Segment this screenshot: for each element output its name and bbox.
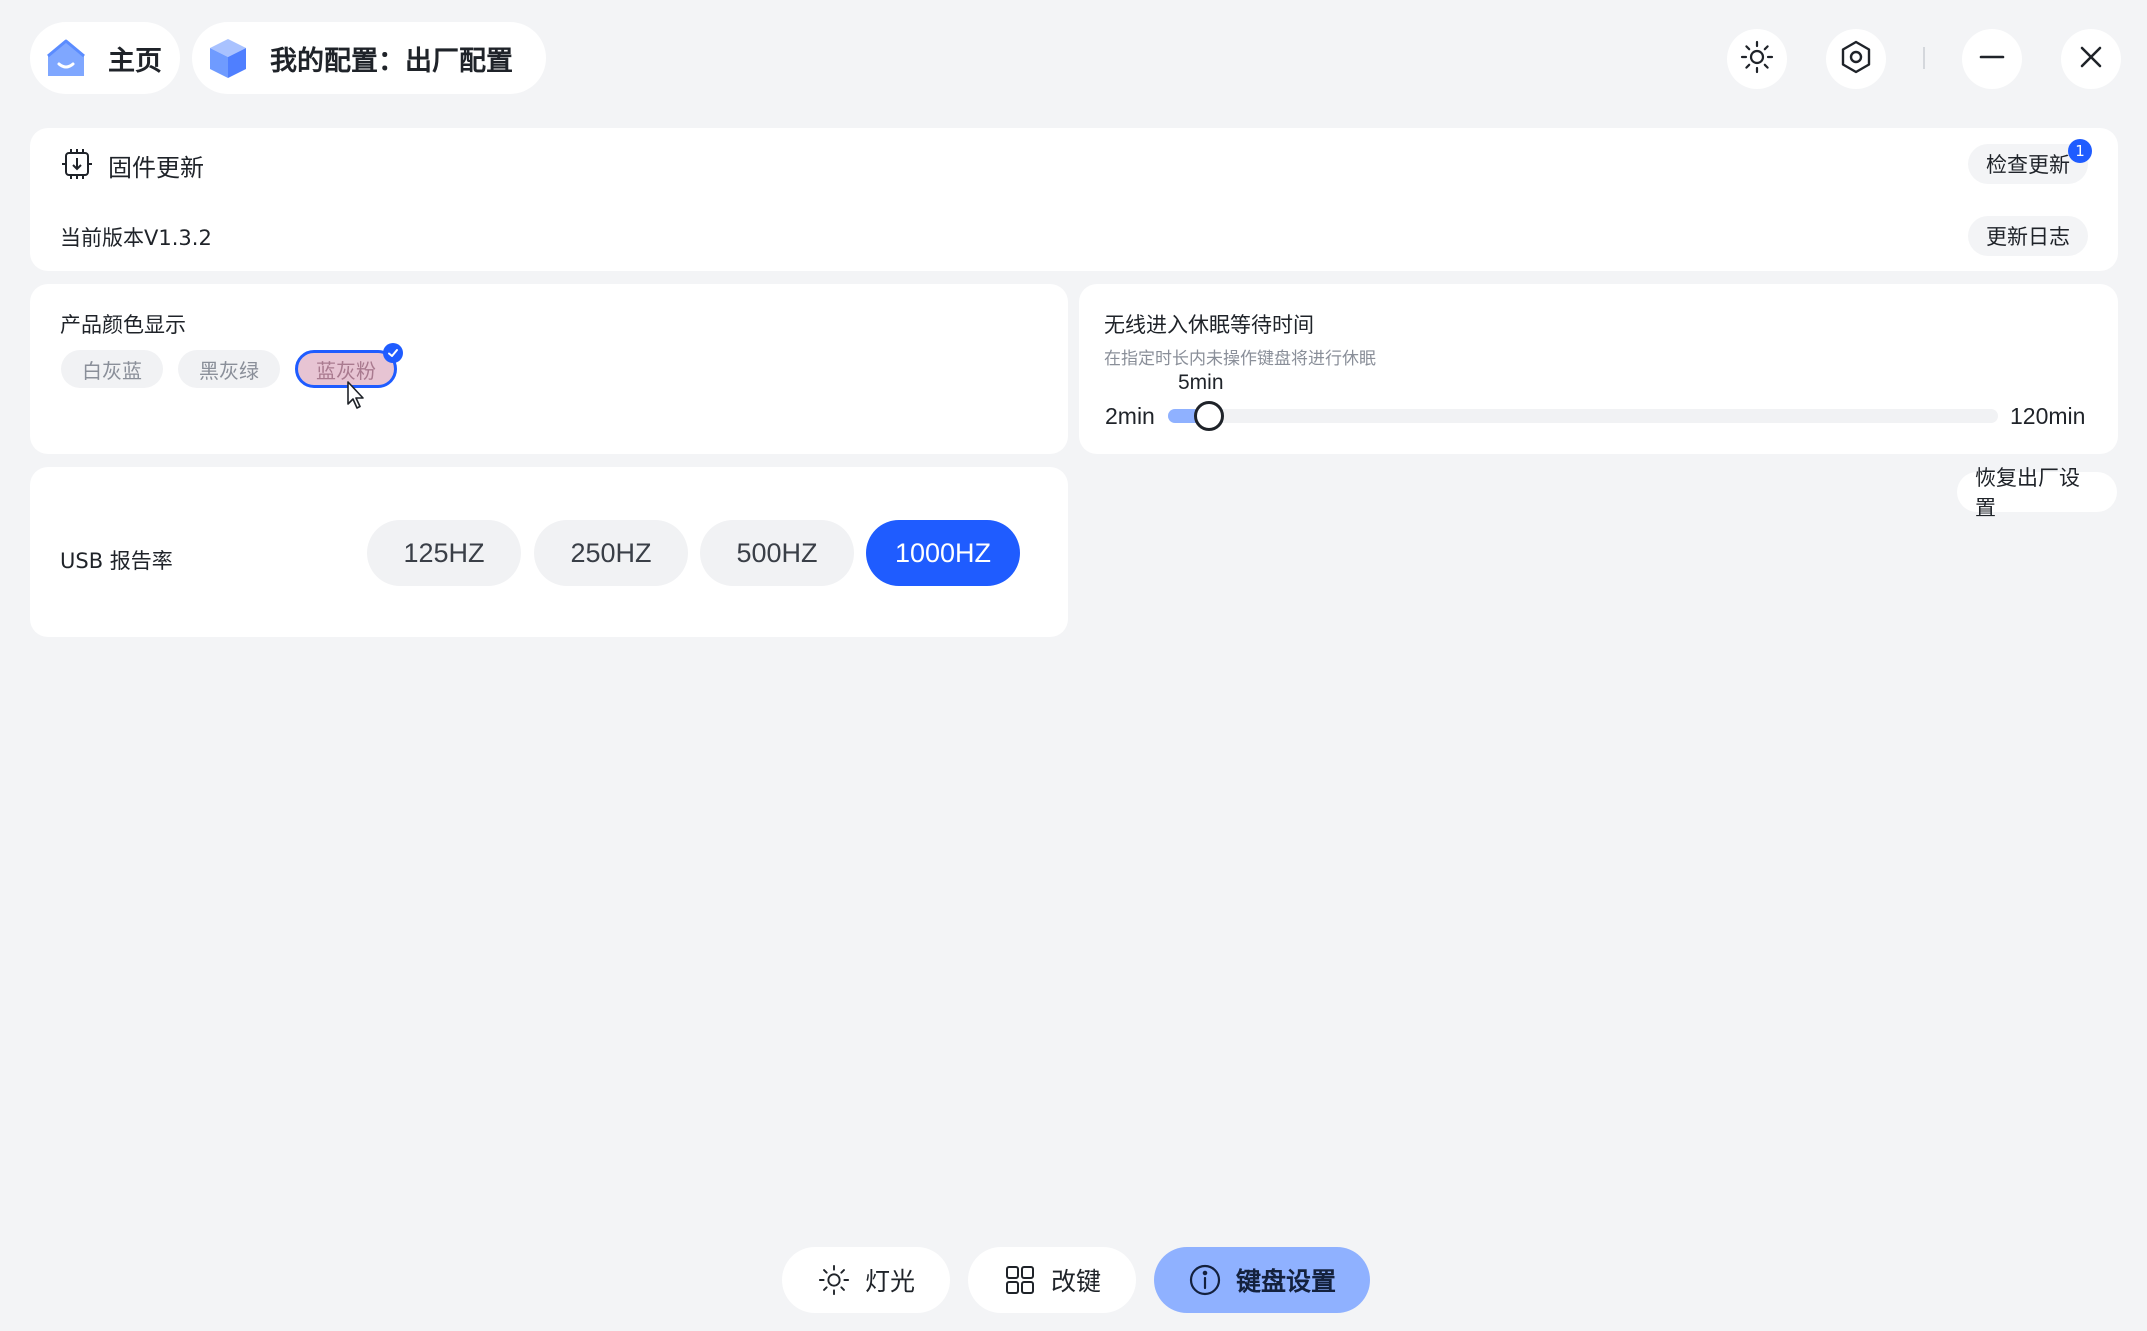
chip-download-icon: [60, 147, 94, 185]
grid-icon: [1003, 1263, 1037, 1297]
cube-icon: [206, 36, 250, 80]
brightness-button[interactable]: [1727, 29, 1787, 89]
sleep-description: 在指定时长内未操作键盘将进行休眠: [1104, 349, 1376, 369]
tab-lighting-label: 灯光: [864, 1267, 915, 1296]
minimize-icon: [1977, 42, 2007, 76]
tab-remap[interactable]: 改键: [968, 1247, 1136, 1313]
close-button[interactable]: [2061, 29, 2121, 89]
usb-rate-1000[interactable]: 1000HZ: [866, 520, 1020, 586]
sleep-min-label: 2min: [1105, 403, 1155, 429]
close-icon: [2076, 42, 2106, 76]
tab-remap-label: 改键: [1050, 1267, 1101, 1296]
tab-lighting[interactable]: 灯光: [782, 1247, 950, 1313]
minimize-button[interactable]: [1962, 29, 2022, 89]
color-display-title: 产品颜色显示: [60, 313, 186, 337]
usb-rate-title: USB 报告率: [60, 549, 173, 573]
divider: [1923, 47, 1925, 69]
home-icon: [44, 36, 88, 80]
brightness-icon: [1740, 40, 1774, 78]
config-label: 我的配置：出厂配置: [270, 45, 513, 77]
tab-keyboard-settings-label: 键盘设置: [1235, 1267, 1336, 1296]
mouse-cursor-icon: [346, 380, 366, 414]
update-badge: 1: [2068, 139, 2092, 163]
sleep-title: 无线进入休眠等待时间: [1104, 313, 1314, 337]
firmware-title: 固件更新: [108, 154, 204, 182]
sleep-slider-track[interactable]: [1168, 401, 1998, 431]
usb-rate-250[interactable]: 250HZ: [534, 520, 688, 586]
settings-button[interactable]: [1826, 29, 1886, 89]
changelog-button[interactable]: 更新日志: [1968, 216, 2088, 256]
config-tab[interactable]: 我的配置：出厂配置: [192, 22, 546, 94]
sleep-max-label: 120min: [2010, 403, 2086, 429]
factory-reset-button[interactable]: 恢复出厂设置: [1957, 466, 2117, 520]
check-icon: [383, 343, 403, 363]
current-version: 当前版本V1.3.2: [60, 226, 212, 250]
color-option-black-gray-green[interactable]: 黑灰绿: [178, 350, 280, 388]
usb-rate-500[interactable]: 500HZ: [700, 520, 854, 586]
sleep-current-value: 5min: [1178, 371, 1224, 394]
home-tab[interactable]: 主页: [30, 22, 180, 94]
sleep-slider-thumb[interactable]: [1194, 401, 1225, 431]
firmware-card: [30, 128, 2118, 271]
tab-keyboard-settings[interactable]: 键盘设置: [1154, 1247, 1370, 1313]
hexagon-settings-icon: [1839, 40, 1873, 78]
color-option-white-gray-blue[interactable]: 白灰蓝: [61, 350, 163, 388]
home-label: 主页: [108, 45, 162, 77]
info-icon: [1188, 1263, 1222, 1297]
usb-rate-125[interactable]: 125HZ: [367, 520, 521, 586]
light-icon: [817, 1263, 851, 1297]
